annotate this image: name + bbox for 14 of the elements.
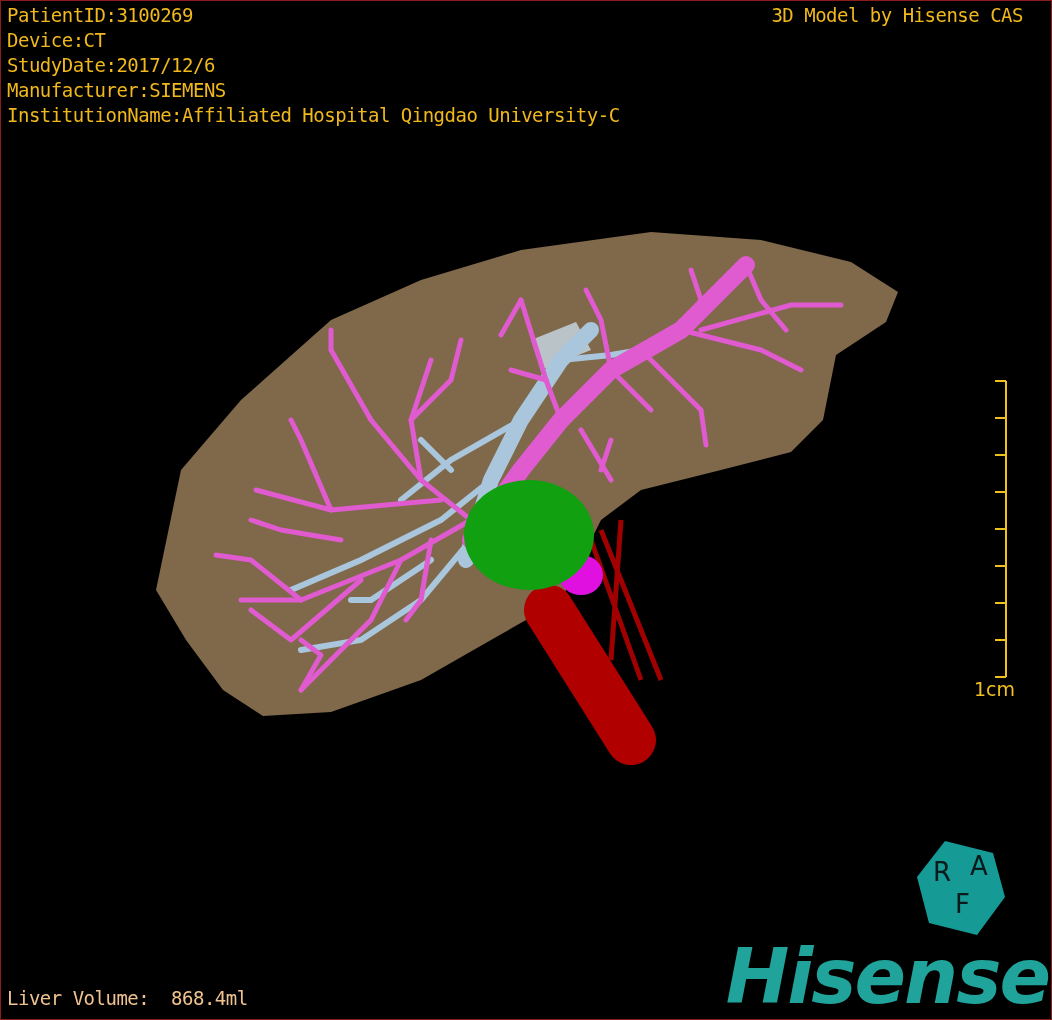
liver-volume-text: Liver Volume: 868.4ml [7,987,248,1009]
scale-bar-icon [995,380,1007,678]
study-info-text: Device:CT [7,28,107,53]
scale-label: 1cm [973,678,1015,700]
study-info-text: PatientID:3100269 [7,3,194,28]
study-info-text: InstitutionName:Affiliated Hospital Qingdao University-C [7,103,620,128]
orientation-cube[interactable]: R A F [915,839,1007,937]
orientation-letter: R [933,857,952,887]
orientation-letter: A [970,851,988,881]
study-info-text: Manufacturer:SIEMENS [7,78,227,103]
orientation-letter: F [955,889,970,919]
viewer-title: 3D Model by Hisense CAS [771,3,1023,28]
brand-logo: Hisense [725,937,1049,1017]
study-info-text: StudyDate:2017/12/6 [7,53,216,78]
